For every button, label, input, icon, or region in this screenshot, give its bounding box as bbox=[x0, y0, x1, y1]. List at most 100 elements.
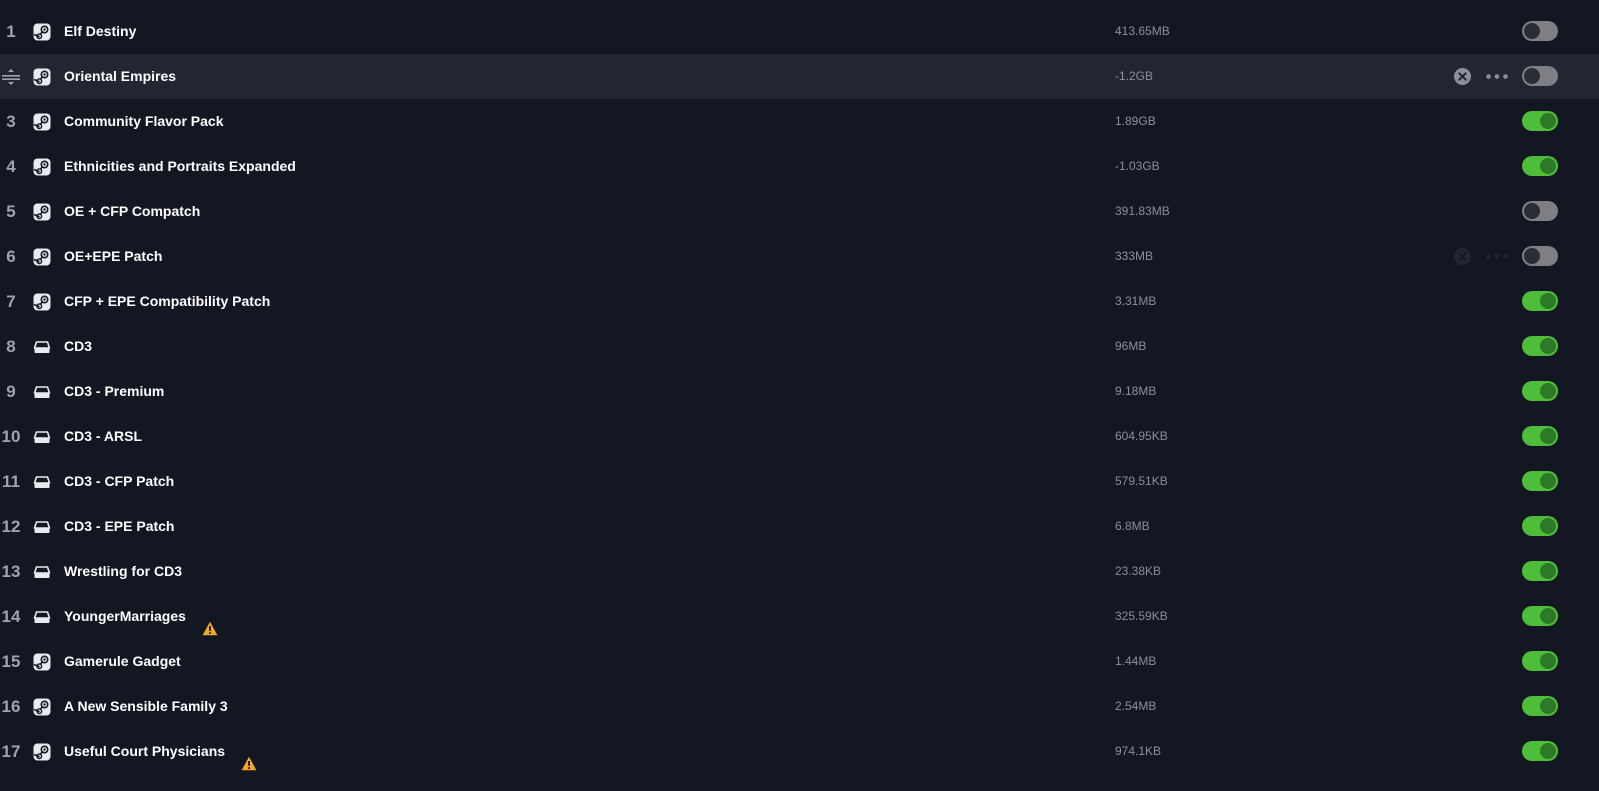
enable-toggle[interactable] bbox=[1522, 426, 1558, 446]
load-order-number: 17 bbox=[1, 742, 21, 761]
mod-name: CD3 - CFP Patch bbox=[64, 473, 175, 489]
enable-toggle[interactable] bbox=[1522, 21, 1558, 41]
warning-icon[interactable] bbox=[241, 744, 257, 771]
mod-name: Elf Destiny bbox=[64, 23, 137, 39]
mod-size: 23.38KB bbox=[1115, 564, 1162, 578]
enable-toggle[interactable] bbox=[1522, 471, 1558, 491]
local-drive-icon bbox=[33, 383, 51, 401]
mod-row[interactable]: 10 CD3 - ARSL 604.95KB bbox=[0, 414, 1599, 459]
steam-icon bbox=[33, 743, 51, 761]
toggle-knob bbox=[1540, 293, 1556, 309]
enable-toggle[interactable] bbox=[1522, 291, 1558, 311]
local-drive-icon bbox=[33, 473, 51, 491]
enable-toggle[interactable] bbox=[1522, 651, 1558, 671]
toggle-knob bbox=[1540, 518, 1556, 534]
load-order-number: 5 bbox=[6, 202, 16, 221]
mod-size: 579.51KB bbox=[1115, 474, 1168, 488]
mod-size: 2.54MB bbox=[1115, 699, 1157, 713]
mod-row[interactable]: 6 OE+EPE Patch 333MB bbox=[0, 234, 1599, 279]
more-options-icon[interactable] bbox=[1485, 247, 1509, 266]
local-drive-icon bbox=[33, 608, 51, 626]
enable-toggle[interactable] bbox=[1522, 516, 1558, 536]
toggle-knob bbox=[1540, 653, 1556, 669]
enable-toggle[interactable] bbox=[1522, 561, 1558, 581]
mod-row[interactable]: 5 OE + CFP Compatch 391.83MB bbox=[0, 189, 1599, 234]
mod-size: 9.18MB bbox=[1115, 384, 1157, 398]
mod-size: 974.1KB bbox=[1115, 744, 1162, 758]
mod-name: Oriental Empires bbox=[64, 68, 177, 84]
mod-name: CD3 bbox=[64, 338, 93, 354]
mod-size: 604.95KB bbox=[1115, 429, 1168, 443]
mod-size: -1.2GB bbox=[1115, 69, 1154, 83]
mod-row[interactable]: 14 YoungerMarriages 325.59KB bbox=[0, 594, 1599, 639]
mod-row[interactable]: 11 CD3 - CFP Patch 579.51KB bbox=[0, 459, 1599, 504]
mod-name: CD3 - Premium bbox=[64, 383, 165, 399]
mod-row[interactable]: 9 CD3 - Premium 9.18MB bbox=[0, 369, 1599, 414]
mod-size: 1.44MB bbox=[1115, 654, 1157, 668]
mod-size: -1.03GB bbox=[1115, 159, 1160, 173]
enable-toggle[interactable] bbox=[1522, 381, 1558, 401]
mod-row[interactable]: Oriental Empires -1.2GB bbox=[0, 54, 1599, 99]
load-order-number: 7 bbox=[6, 292, 16, 311]
remove-mod-icon[interactable] bbox=[1453, 247, 1472, 266]
mod-row[interactable]: 7 CFP + EPE Compatibility Patch 3.31MB bbox=[0, 279, 1599, 324]
steam-icon bbox=[33, 248, 51, 266]
mod-size: 413.65MB bbox=[1115, 24, 1170, 38]
mod-size: 1.89GB bbox=[1115, 114, 1156, 128]
enable-toggle[interactable] bbox=[1522, 741, 1558, 761]
load-order-number: 4 bbox=[6, 157, 16, 176]
steam-icon bbox=[33, 698, 51, 716]
more-options-icon[interactable] bbox=[1485, 67, 1509, 86]
steam-icon bbox=[33, 293, 51, 311]
mod-row[interactable]: 1 Elf Destiny 413.65MB bbox=[0, 9, 1599, 54]
mod-row[interactable]: 12 CD3 - EPE Patch 6.8MB bbox=[0, 504, 1599, 549]
mod-name: CD3 - EPE Patch bbox=[64, 518, 175, 534]
load-order-number: 14 bbox=[1, 607, 21, 626]
mod-row[interactable]: 16 A New Sensible Family 3 2.54MB bbox=[0, 684, 1599, 729]
steam-icon bbox=[33, 23, 51, 41]
mod-row[interactable]: 17 Useful Court Physicians 974.1KB bbox=[0, 729, 1599, 774]
toggle-knob bbox=[1540, 383, 1556, 399]
local-drive-icon bbox=[33, 338, 51, 356]
toggle-knob bbox=[1540, 113, 1556, 129]
steam-icon bbox=[33, 203, 51, 221]
enable-toggle[interactable] bbox=[1522, 696, 1558, 716]
load-order-number: 13 bbox=[1, 562, 21, 581]
mod-row[interactable]: 3 Community Flavor Pack 1.89GB bbox=[0, 99, 1599, 144]
mod-name: A New Sensible Family 3 bbox=[64, 698, 228, 714]
mod-row[interactable]: 15 Gamerule Gadget 1.44MB bbox=[0, 639, 1599, 684]
enable-toggle[interactable] bbox=[1522, 201, 1558, 221]
mod-row[interactable]: 13 Wrestling for CD3 23.38KB bbox=[0, 549, 1599, 594]
remove-mod-icon[interactable] bbox=[1453, 67, 1472, 86]
mod-size: 96MB bbox=[1115, 339, 1147, 353]
toggle-knob bbox=[1524, 68, 1540, 84]
drag-handle-icon[interactable] bbox=[1, 68, 21, 86]
toggle-knob bbox=[1540, 743, 1556, 759]
enable-toggle[interactable] bbox=[1522, 246, 1558, 266]
mod-row[interactable]: 8 CD3 96MB bbox=[0, 324, 1599, 369]
toggle-knob bbox=[1524, 248, 1540, 264]
toggle-knob bbox=[1524, 203, 1540, 219]
toggle-knob bbox=[1540, 338, 1556, 354]
toggle-knob bbox=[1524, 23, 1540, 39]
mod-size: 333MB bbox=[1115, 249, 1154, 263]
local-drive-icon bbox=[33, 563, 51, 581]
mod-row[interactable]: 4 Ethnicities and Portraits Expanded -1.… bbox=[0, 144, 1599, 189]
enable-toggle[interactable] bbox=[1522, 111, 1558, 131]
load-order-number: 9 bbox=[6, 382, 16, 401]
steam-icon bbox=[33, 113, 51, 131]
toggle-knob bbox=[1540, 608, 1556, 624]
mod-name: Gamerule Gadget bbox=[64, 653, 181, 669]
warning-icon[interactable] bbox=[202, 609, 218, 636]
mod-name: OE + CFP Compatch bbox=[64, 203, 201, 219]
mod-size: 3.31MB bbox=[1115, 294, 1157, 308]
mod-name: Ethnicities and Portraits Expanded bbox=[64, 158, 296, 174]
enable-toggle[interactable] bbox=[1522, 66, 1558, 86]
toggle-knob bbox=[1540, 158, 1556, 174]
load-order-number: 6 bbox=[6, 247, 16, 266]
mod-name: CFP + EPE Compatibility Patch bbox=[64, 293, 271, 309]
enable-toggle[interactable] bbox=[1522, 336, 1558, 356]
enable-toggle[interactable] bbox=[1522, 606, 1558, 626]
steam-icon bbox=[33, 158, 51, 176]
enable-toggle[interactable] bbox=[1522, 156, 1558, 176]
